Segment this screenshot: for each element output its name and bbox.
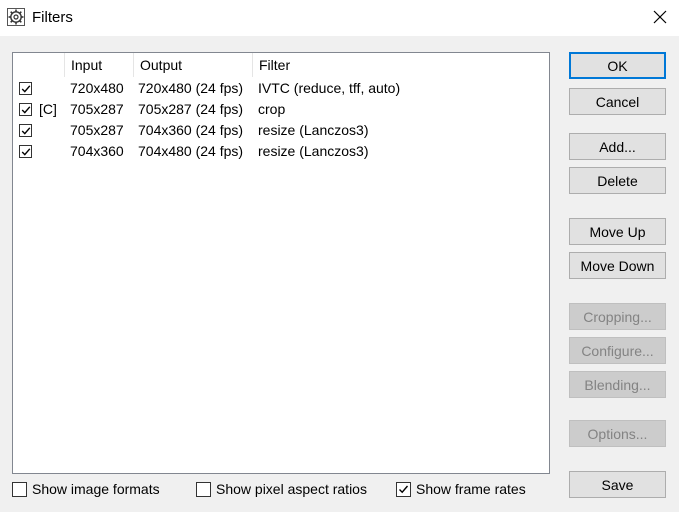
configure-button[interactable]: Configure...: [569, 337, 666, 364]
checkmark-icon: [21, 127, 31, 135]
input-cell: 705x287: [70, 101, 124, 117]
close-button[interactable]: [641, 0, 679, 34]
close-icon: [653, 10, 667, 24]
filter-enable-checkbox[interactable]: [19, 124, 32, 137]
table-row[interactable]: [C] 705x287 705x287 (24 fps) crop: [13, 99, 549, 120]
table-row[interactable]: 704x360 704x480 (24 fps) resize (Lanczos3): [13, 141, 549, 162]
filter-enable-checkbox[interactable]: [19, 103, 32, 116]
title-bar: Filters: [0, 0, 679, 36]
column-header-input[interactable]: Input: [65, 53, 134, 77]
filter-list[interactable]: Input Output Filter 720x480 720x480 (24 f…: [12, 52, 550, 474]
add-button[interactable]: Add...: [569, 133, 666, 160]
checkmark-icon: [21, 106, 31, 114]
delete-button[interactable]: Delete: [569, 167, 666, 194]
blending-button[interactable]: Blending...: [569, 371, 666, 398]
save-button[interactable]: Save: [569, 471, 666, 498]
show-pixel-aspect-ratios-checkbox[interactable]: [196, 482, 211, 497]
output-cell: 705x287 (24 fps): [138, 101, 244, 117]
filter-cell: resize (Lanczos3): [258, 122, 369, 138]
filters-gear-icon: [7, 8, 25, 26]
column-header-blank[interactable]: [13, 53, 65, 77]
options-button[interactable]: Options...: [569, 420, 666, 447]
show-image-formats-checkbox[interactable]: [12, 482, 27, 497]
column-header-output[interactable]: Output: [134, 53, 253, 77]
checkmark-icon: [21, 85, 31, 93]
output-cell: 704x360 (24 fps): [138, 122, 244, 138]
table-row[interactable]: 705x287 704x360 (24 fps) resize (Lanczos3): [13, 120, 549, 141]
output-cell: 704x480 (24 fps): [138, 143, 244, 159]
filter-cell: resize (Lanczos3): [258, 143, 369, 159]
move-up-button[interactable]: Move Up: [569, 218, 666, 245]
checkmark-icon: [21, 148, 31, 156]
filter-cell: IVTC (reduce, tff, auto): [258, 80, 401, 96]
move-down-button[interactable]: Move Down: [569, 252, 666, 279]
show-frame-rates-label: Show frame rates: [416, 481, 526, 497]
column-header-filter[interactable]: Filter: [253, 53, 549, 77]
output-cell: 720x480 (24 fps): [138, 80, 244, 96]
filter-enable-checkbox[interactable]: [19, 145, 32, 158]
cancel-button[interactable]: Cancel: [569, 88, 666, 115]
input-cell: 720x480: [70, 80, 124, 96]
show-image-formats-label: Show image formats: [32, 481, 160, 497]
filter-tag: [C]: [39, 101, 57, 117]
input-cell: 705x287: [70, 122, 124, 138]
show-pixel-aspect-ratios-label: Show pixel aspect ratios: [216, 481, 367, 497]
show-frame-rates-checkbox[interactable]: [396, 482, 411, 497]
window-title: Filters: [32, 9, 73, 26]
checkmark-icon: [399, 485, 409, 494]
filter-cell: crop: [258, 101, 286, 117]
cropping-button[interactable]: Cropping...: [569, 303, 666, 330]
ok-button[interactable]: OK: [569, 52, 666, 79]
table-row[interactable]: 720x480 720x480 (24 fps) IVTC (reduce, tff…: [13, 78, 549, 99]
filter-enable-checkbox[interactable]: [19, 82, 32, 95]
input-cell: 704x360: [70, 143, 124, 159]
